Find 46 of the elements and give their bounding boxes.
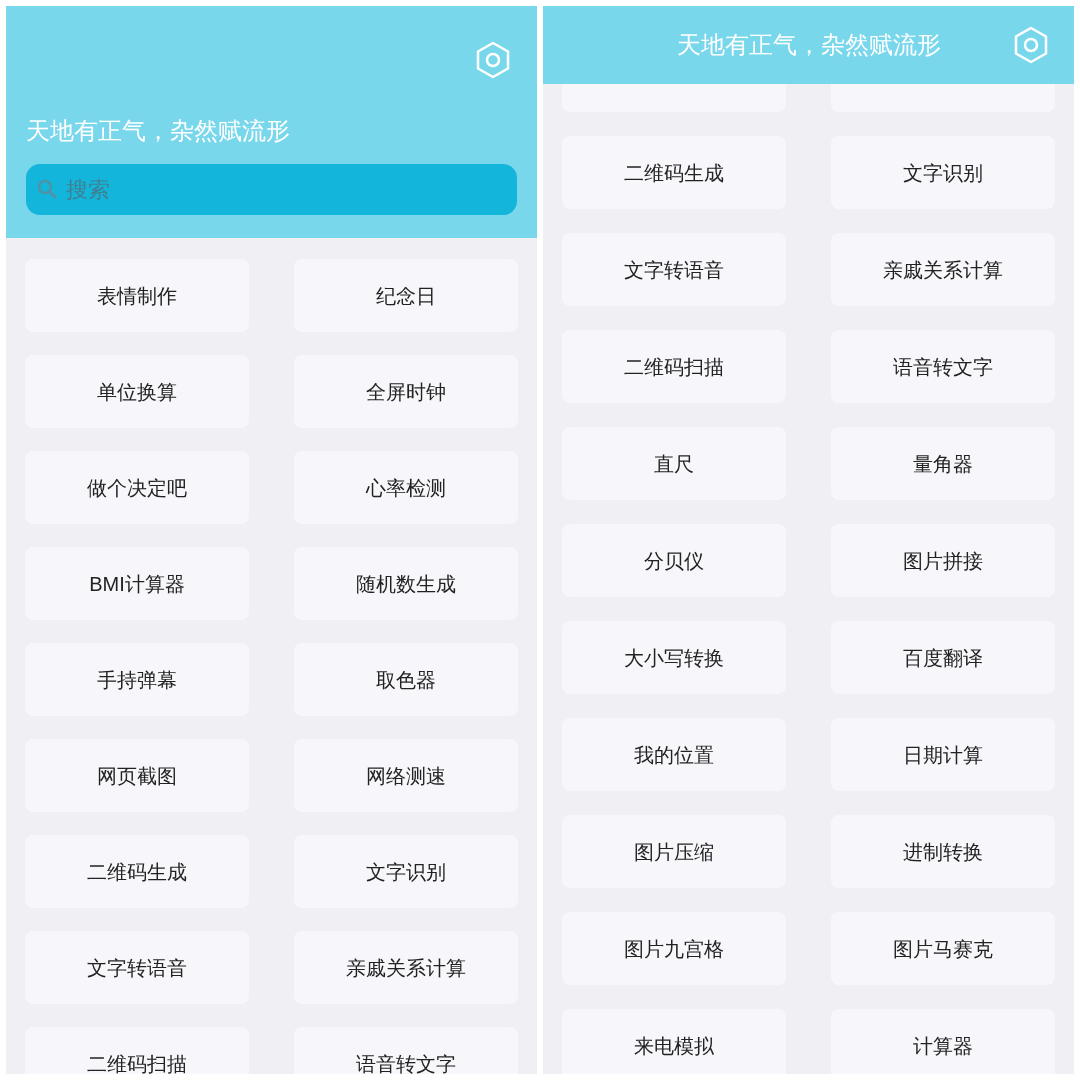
tool-tile[interactable]: 单位换算	[25, 355, 249, 428]
tool-tile[interactable]: 亲戚关系计算	[831, 233, 1055, 306]
tool-tile[interactable]: 图片九宫格	[562, 912, 786, 985]
tool-tile[interactable]: 图片压缩	[562, 815, 786, 888]
tool-tile[interactable]: 语音转文字	[294, 1027, 518, 1074]
tool-tile[interactable]: 二维码生成	[562, 136, 786, 209]
tool-tile[interactable]	[562, 84, 786, 112]
tool-tile[interactable]: 量角器	[831, 427, 1055, 500]
tool-tile[interactable]: BMI计算器	[25, 547, 249, 620]
settings-icon[interactable]	[474, 41, 512, 79]
tool-tile[interactable]: 进制转换	[831, 815, 1055, 888]
tool-tile[interactable]: 计算器	[831, 1009, 1055, 1074]
tool-tile[interactable]: 亲戚关系计算	[294, 931, 518, 1004]
tool-tile[interactable]: 取色器	[294, 643, 518, 716]
tool-tile[interactable]: 语音转文字	[831, 330, 1055, 403]
settings-icon[interactable]	[1012, 26, 1050, 64]
tool-tile[interactable]: 文字识别	[831, 136, 1055, 209]
tool-tile[interactable]: 全屏时钟	[294, 355, 518, 428]
tool-tile[interactable]: 手持弹幕	[25, 643, 249, 716]
tool-tile[interactable]: 纪念日	[294, 259, 518, 332]
search-icon	[36, 178, 58, 200]
tool-tile[interactable]: 文字转语音	[25, 931, 249, 1004]
tool-tile[interactable]: 二维码扫描	[562, 330, 786, 403]
tool-tile[interactable]: 心率检测	[294, 451, 518, 524]
search-field[interactable]: 搜索	[26, 164, 517, 215]
tool-tile[interactable]: 表情制作	[25, 259, 249, 332]
header-title: 天地有正气，杂然赋流形	[26, 116, 291, 146]
tool-tile[interactable]: 二维码扫描	[25, 1027, 249, 1074]
tool-tile[interactable]: 分贝仪	[562, 524, 786, 597]
tool-tile[interactable]: 网页截图	[25, 739, 249, 812]
tool-tile[interactable]: 大小写转换	[562, 621, 786, 694]
tool-tile[interactable]: 文字转语音	[562, 233, 786, 306]
tool-tile[interactable]: 二维码生成	[25, 835, 249, 908]
tool-tile[interactable]: 百度翻译	[831, 621, 1055, 694]
tool-tile[interactable]: 网络测速	[294, 739, 518, 812]
tool-tile[interactable]	[831, 84, 1055, 112]
tool-tile[interactable]: 我的位置	[562, 718, 786, 791]
tool-tile[interactable]: 图片马赛克	[831, 912, 1055, 985]
tool-tile[interactable]: 来电模拟	[562, 1009, 786, 1074]
tool-tile[interactable]: 文字识别	[294, 835, 518, 908]
header-title: 天地有正气，杂然赋流形	[676, 30, 941, 60]
tool-tile[interactable]: 直尺	[562, 427, 786, 500]
tool-tile[interactable]: 随机数生成	[294, 547, 518, 620]
tool-tile[interactable]: 日期计算	[831, 718, 1055, 791]
tool-tile[interactable]: 图片拼接	[831, 524, 1055, 597]
tool-tile[interactable]: 做个决定吧	[25, 451, 249, 524]
